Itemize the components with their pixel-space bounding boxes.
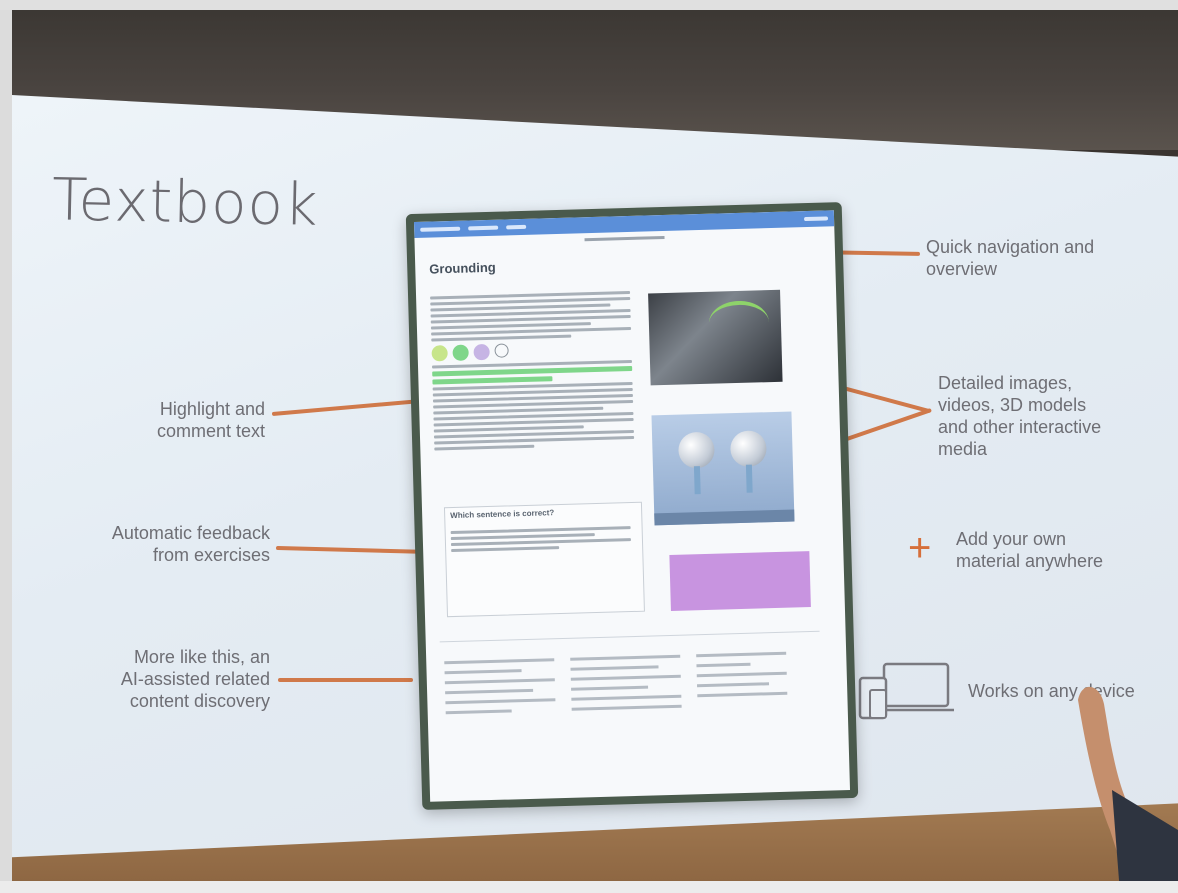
photo-frame-bottom: [0, 881, 1178, 893]
quiz-question: Which sentence is correct?: [450, 508, 555, 521]
callout-more-like-this: More like this, an AI-assisted related c…: [120, 647, 270, 711]
tablet-related-content: [439, 630, 824, 793]
callout-feedback: Automatic feedback from exercises: [111, 523, 270, 565]
arrow-more-like-this: [278, 678, 413, 682]
photo-frame-left: [0, 0, 12, 893]
callout-highlight: Highlight and comment text: [156, 399, 265, 441]
tablet-image: [648, 289, 783, 386]
tablet-heading: Grounding: [429, 259, 496, 277]
devices-icon: [858, 662, 954, 720]
tablet-mockup: Grounding Which sentence is correct?: [405, 202, 859, 810]
tablet-3d-model: [651, 411, 795, 526]
tablet-paragraph: [430, 288, 635, 454]
tablet-quiz: Which sentence is correct?: [443, 501, 645, 618]
callout-own-material: Add your own material anywhere: [956, 529, 1104, 571]
callout-navigation: Quick navigation and overview: [926, 237, 1095, 279]
plus-icon: +: [908, 526, 932, 570]
highlight-palette: [431, 340, 631, 362]
presenter-hand: [1078, 686, 1178, 893]
photo-frame-top: [0, 0, 1178, 10]
tablet-note-card: [669, 551, 811, 611]
slide-title: Textbook: [51, 165, 320, 239]
callout-media: Detailed images, videos, 3D models and o…: [938, 373, 1102, 459]
